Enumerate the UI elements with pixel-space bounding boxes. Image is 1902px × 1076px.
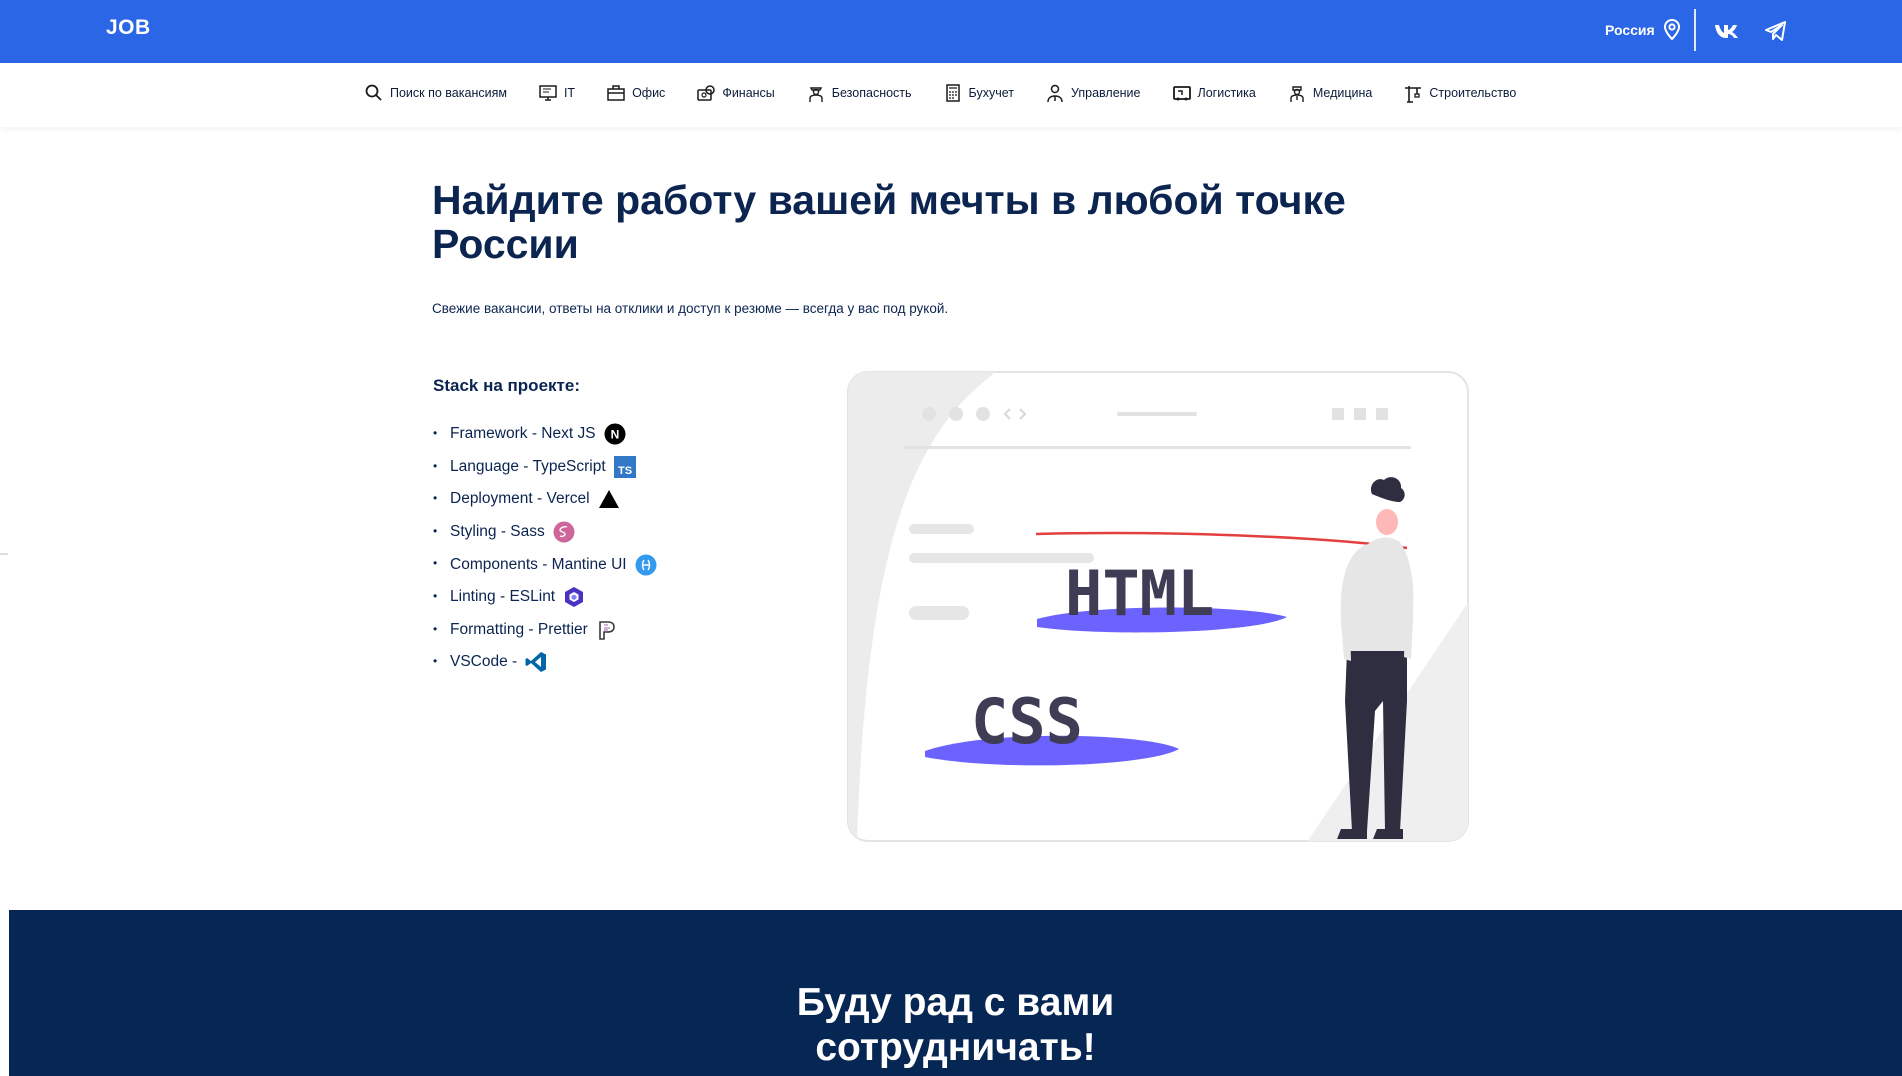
stack-item-label: VSCode - xyxy=(450,653,518,671)
category-nav: Поиск по вакансиям IT Офис Финансы Безоп… xyxy=(0,63,1902,127)
edge-mark xyxy=(0,553,8,555)
nav-item-office[interactable]: Офис xyxy=(606,83,665,103)
nav-item-label: IT xyxy=(563,86,576,100)
region-selector[interactable]: Россия xyxy=(1605,19,1681,41)
manager-icon xyxy=(1047,84,1063,103)
nav-item-medicine[interactable]: Медицина xyxy=(1287,83,1373,103)
nav-item-label: Поиск по вакансиям xyxy=(390,86,507,100)
nav-item-label: Бухучет xyxy=(968,86,1014,100)
nav-item-label: Логистика xyxy=(1197,86,1256,100)
nextjs-icon: N xyxy=(604,423,626,445)
sass-icon xyxy=(553,521,575,543)
banner-title-line-2: сотрудничать! xyxy=(815,1026,1096,1069)
telegram-icon[interactable] xyxy=(1763,18,1789,44)
nav-item-finance[interactable]: Финансы xyxy=(696,83,775,103)
guard-icon xyxy=(809,87,823,102)
region-label: Россия xyxy=(1605,22,1655,38)
list-item: Formatting - Prettier xyxy=(433,614,657,647)
location-pin-icon xyxy=(1663,19,1680,41)
illustration-css-text: CSS xyxy=(971,685,1083,758)
vscode-icon xyxy=(525,651,547,673)
stack-item-label: Linting - ESLint xyxy=(450,588,556,606)
stack-list: Framework - Next JS N Language - TypeScr… xyxy=(433,418,657,679)
nav-item-logistics[interactable]: Логистика xyxy=(1172,83,1256,103)
typescript-icon: TS xyxy=(613,455,636,478)
stack-item-label: Deployment - Vercel xyxy=(450,490,590,508)
nav-item-search[interactable]: Поиск по вакансиям xyxy=(364,83,507,103)
nav-item-label: Управление xyxy=(1071,86,1141,100)
list-item: VSCode - xyxy=(433,646,657,679)
eslint-icon xyxy=(563,586,585,608)
list-item: Components - Mantine UI xyxy=(433,548,657,581)
list-item: Framework - Next JS N xyxy=(433,418,657,451)
hero-illustration: HTML CSS xyxy=(847,371,1469,842)
banner-title: Буду рад с вами сотрудничать! xyxy=(9,980,1902,1070)
page-title: Найдите работу вашей мечты в любой точке… xyxy=(432,177,1346,267)
top-bar: JOB Россия xyxy=(0,0,1902,63)
truck-icon xyxy=(1172,86,1191,101)
list-item: Deployment - Vercel xyxy=(433,483,657,516)
search-icon xyxy=(365,84,382,101)
vk-icon[interactable] xyxy=(1713,18,1739,44)
nav-item-label: Медицина xyxy=(1312,86,1373,100)
svg-text:N: N xyxy=(610,428,619,442)
nav-item-it[interactable]: IT xyxy=(538,83,575,103)
stack-title: Stack на проекте: xyxy=(433,376,580,395)
prettier-icon xyxy=(596,619,618,641)
vercel-icon xyxy=(598,488,620,510)
stack-item-label: Language - TypeScript xyxy=(450,457,606,475)
briefcase-icon xyxy=(607,85,625,101)
nav-item-management[interactable]: Управление xyxy=(1045,83,1141,103)
banner-title-line-1: Буду рад с вами xyxy=(796,981,1115,1024)
nav-item-construction[interactable]: Строительство xyxy=(1403,83,1516,103)
calculator-icon xyxy=(945,84,960,102)
nav-item-accounting[interactable]: Бухучет xyxy=(943,83,1014,103)
stack-item-label: Components - Mantine UI xyxy=(450,555,627,573)
nav-item-label: Финансы xyxy=(722,86,775,100)
doctor-icon xyxy=(1290,86,1304,102)
illustration-html-text: HTML xyxy=(1065,557,1214,630)
nav-item-security[interactable]: Безопасность xyxy=(806,83,912,103)
monitor-icon xyxy=(539,85,557,101)
money-icon xyxy=(697,85,716,101)
list-item: Linting - ESLint xyxy=(433,581,657,614)
list-item: Styling - Sass xyxy=(433,516,657,549)
stack-item-label: Styling - Sass xyxy=(450,523,545,541)
cta-banner: Буду рад с вами сотрудничать! xyxy=(9,910,1902,1076)
stack-item-label: Formatting - Prettier xyxy=(450,620,588,638)
page-subtitle: Свежие вакансии, ответы на отклики и дос… xyxy=(432,301,949,316)
nav-item-label: Строительство xyxy=(1429,86,1517,100)
mantine-icon xyxy=(635,554,657,576)
nav-item-label: Безопасность xyxy=(831,86,912,100)
list-item: Language - TypeScript TS xyxy=(433,451,657,484)
crane-icon xyxy=(1405,86,1422,103)
header-divider xyxy=(1694,9,1696,51)
nav-item-label: Офис xyxy=(632,86,666,100)
logo[interactable]: JOB xyxy=(106,16,151,40)
svg-text:TS: TS xyxy=(618,465,632,477)
stack-item-label: Framework - Next JS xyxy=(450,425,596,443)
